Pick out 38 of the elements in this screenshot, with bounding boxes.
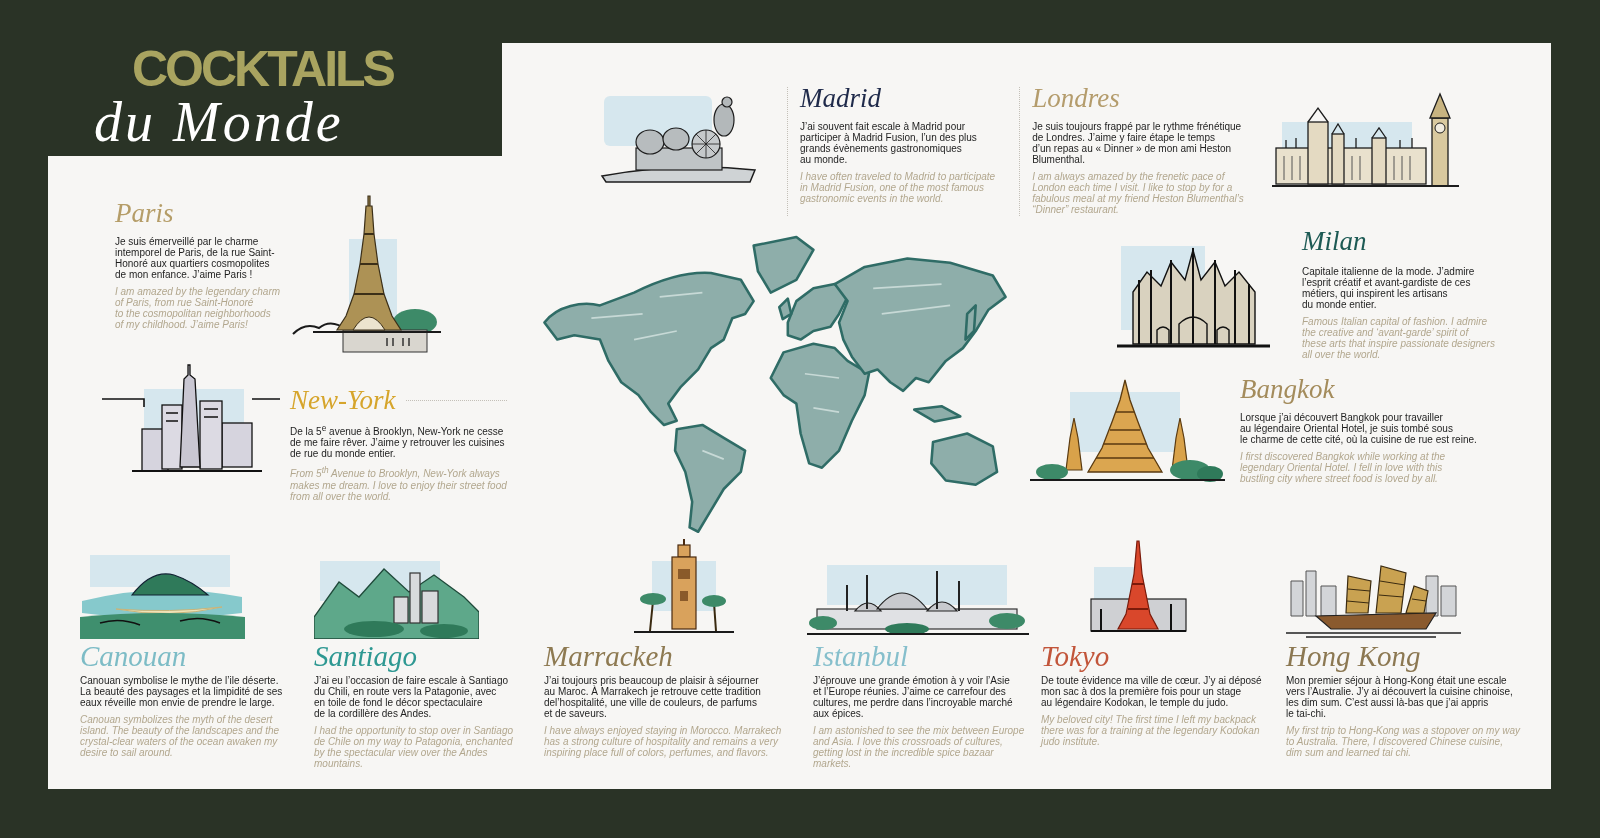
- city-name: New-York: [290, 385, 396, 415]
- city-name: Tokyo: [1041, 639, 1110, 673]
- city-name: Istanbul: [813, 639, 909, 673]
- city-description: De toute évidence ma ville de cœur. J’y ai déposé mon sac à dos la première fois pour un stage au légendaire Kodokan, le temple du judo.: [1041, 675, 1262, 708]
- city-description-english: My first trip to Hong-Kong was a stopover on my way to Australia. There, I discovered Chinese cuisine, dim sum and learned tai chi.: [1286, 725, 1520, 758]
- city-description: J’ai eu l’occasion de faire escale à Santiago du Chili, en route vers la Patagonie, avec en toile de fond le décor spectaculaire de la cordillère des Andes.: [314, 675, 508, 719]
- city-name: Bangkok: [1240, 374, 1335, 404]
- city-name: Santiago: [314, 639, 418, 673]
- city-description: J’éprouve une grande émotion à y voir l’Asie et l’Europe réunies. J’aime ce carrefour des cultures, me perdre dans l’incroyable marché aux épices.: [813, 675, 1013, 719]
- poster-subtitle: du Monde: [94, 93, 344, 151]
- city-description: J’ai souvent fait escale à Madrid pour participer à Madrid Fusion, l’un des plus grands évènements gastronomiques au monde.: [800, 121, 977, 165]
- city-description-english: My beloved city! The first time I left my backpack there was for a training at the legendary Kodokan judo institute.: [1041, 714, 1260, 747]
- city-description: J’ai toujours pris beaucoup de plaisir à séjourner au Maroc. À Marrakech je retrouve cette tradition del’hospitalité, une ville de couleurs, de parfums et de saveurs.: [544, 675, 761, 719]
- city-description: Lorsque j’ai découvert Bangkok pour travailler au légendaire Oriental Hotel, je suis tombé sous le charme de cette cité, où la cuisine de rue est reine.: [1240, 412, 1477, 445]
- city-description-english: I have often traveled to Madrid to participate in Madrid Fusion, one of the most famous gastronomic events in the world.: [800, 171, 996, 204]
- city-name: Canouan: [80, 639, 187, 673]
- city-name: Marrackeh: [544, 639, 673, 673]
- poster-title: COCKTAILS: [132, 45, 393, 93]
- city-name: Paris: [115, 198, 174, 228]
- city-description-english: I had the opportunity to stop over in Santiago de Chile on my way to Patagonia, enchanted by the spectacular view over the Andes mountains.: [314, 725, 514, 769]
- city-description-english: I have always enjoyed staying in Morocco. Marrakech has a strong culture of hospitality and remains a very inspiring place full of colors, perfumes, and flavors.: [544, 725, 782, 758]
- city-name: Madrid: [800, 83, 881, 113]
- city-name: Milan: [1302, 226, 1367, 256]
- city-description: Capitale italienne de la mode. J’admire l’esprit créatif et avant-gardiste de ces métiers, qui inspirent les artisans du monde entier.: [1302, 266, 1475, 310]
- city-description-english: Canouan symbolizes the myth of the desert island. The beauty of the landscapes and the crystal-clear waters of the ocean awaken my desire to sail around.: [80, 714, 280, 758]
- city-description: Je suis toujours frappé par le rythme frénétique de Londres. J’aime y faire étape le temps d’un repas au « Dinner » de mon ami Heston Blumenthal.: [1032, 121, 1242, 165]
- city-description-english: I am always amazed by the frenetic pace of London each time I visit. I like to stop by for a fabulous meal at my friend Heston Blumenthal’s “Dinner” restaurant.: [1032, 171, 1244, 215]
- city-description-english: I first discovered Bangkok while working at the legendary Oriental Hotel. I fell in love with this bustling city where street food is loved by all.: [1240, 451, 1446, 484]
- city-description-english: From 5$^{th}$ Avenue to Brooklyn, New-York always makes me dream. I love to enjoy their street food from all over the world.: [290, 465, 507, 502]
- city-description: Canouan symbolise le mythe de l’ile déserte. La beauté des paysages et la limpidité de ses eaux réveille mon envie de prendre le large.: [80, 675, 283, 708]
- city-description: Mon premier séjour à Hong-Kong était une escale vers l’Australie. J’y ai découvert la cuisine chinoise, les dim sum. C’est aussi là-bas que j’ai appris le tai-chi.: [1286, 675, 1513, 719]
- city-description: De la 5$^{e}$ avenue à Brooklyn, New-York ne cesse de me faire rêver. J’aime y retrouver les cuisines de rue du monde entier.: [290, 423, 505, 460]
- city-name: Londres: [1032, 83, 1120, 113]
- city-description-english: I am astonished to see the mix between Europe and Asia. I love this crossroads of cultures, getting lost in the incredible spice bazaar markets.: [813, 725, 1025, 769]
- city-name: Hong Kong: [1286, 639, 1421, 673]
- city-description: Je suis émerveillé par le charme intemporel de Paris, de la rue Saint- Honoré aux quartiers cosmopolites de mon enfance. J’aime Paris !: [115, 236, 275, 280]
- city-description-english: I am amazed by the legendary charm of Paris, from rue Saint-Honoré to the cosmopolitan neighborhoods of my childhood. J’aime Paris!: [115, 286, 281, 330]
- city-description-english: Famous Italian capital of fashion. I admire the creative and ‘avant-garde’ spirit of these arts that inspire passionate designers all over the world.: [1302, 316, 1495, 360]
